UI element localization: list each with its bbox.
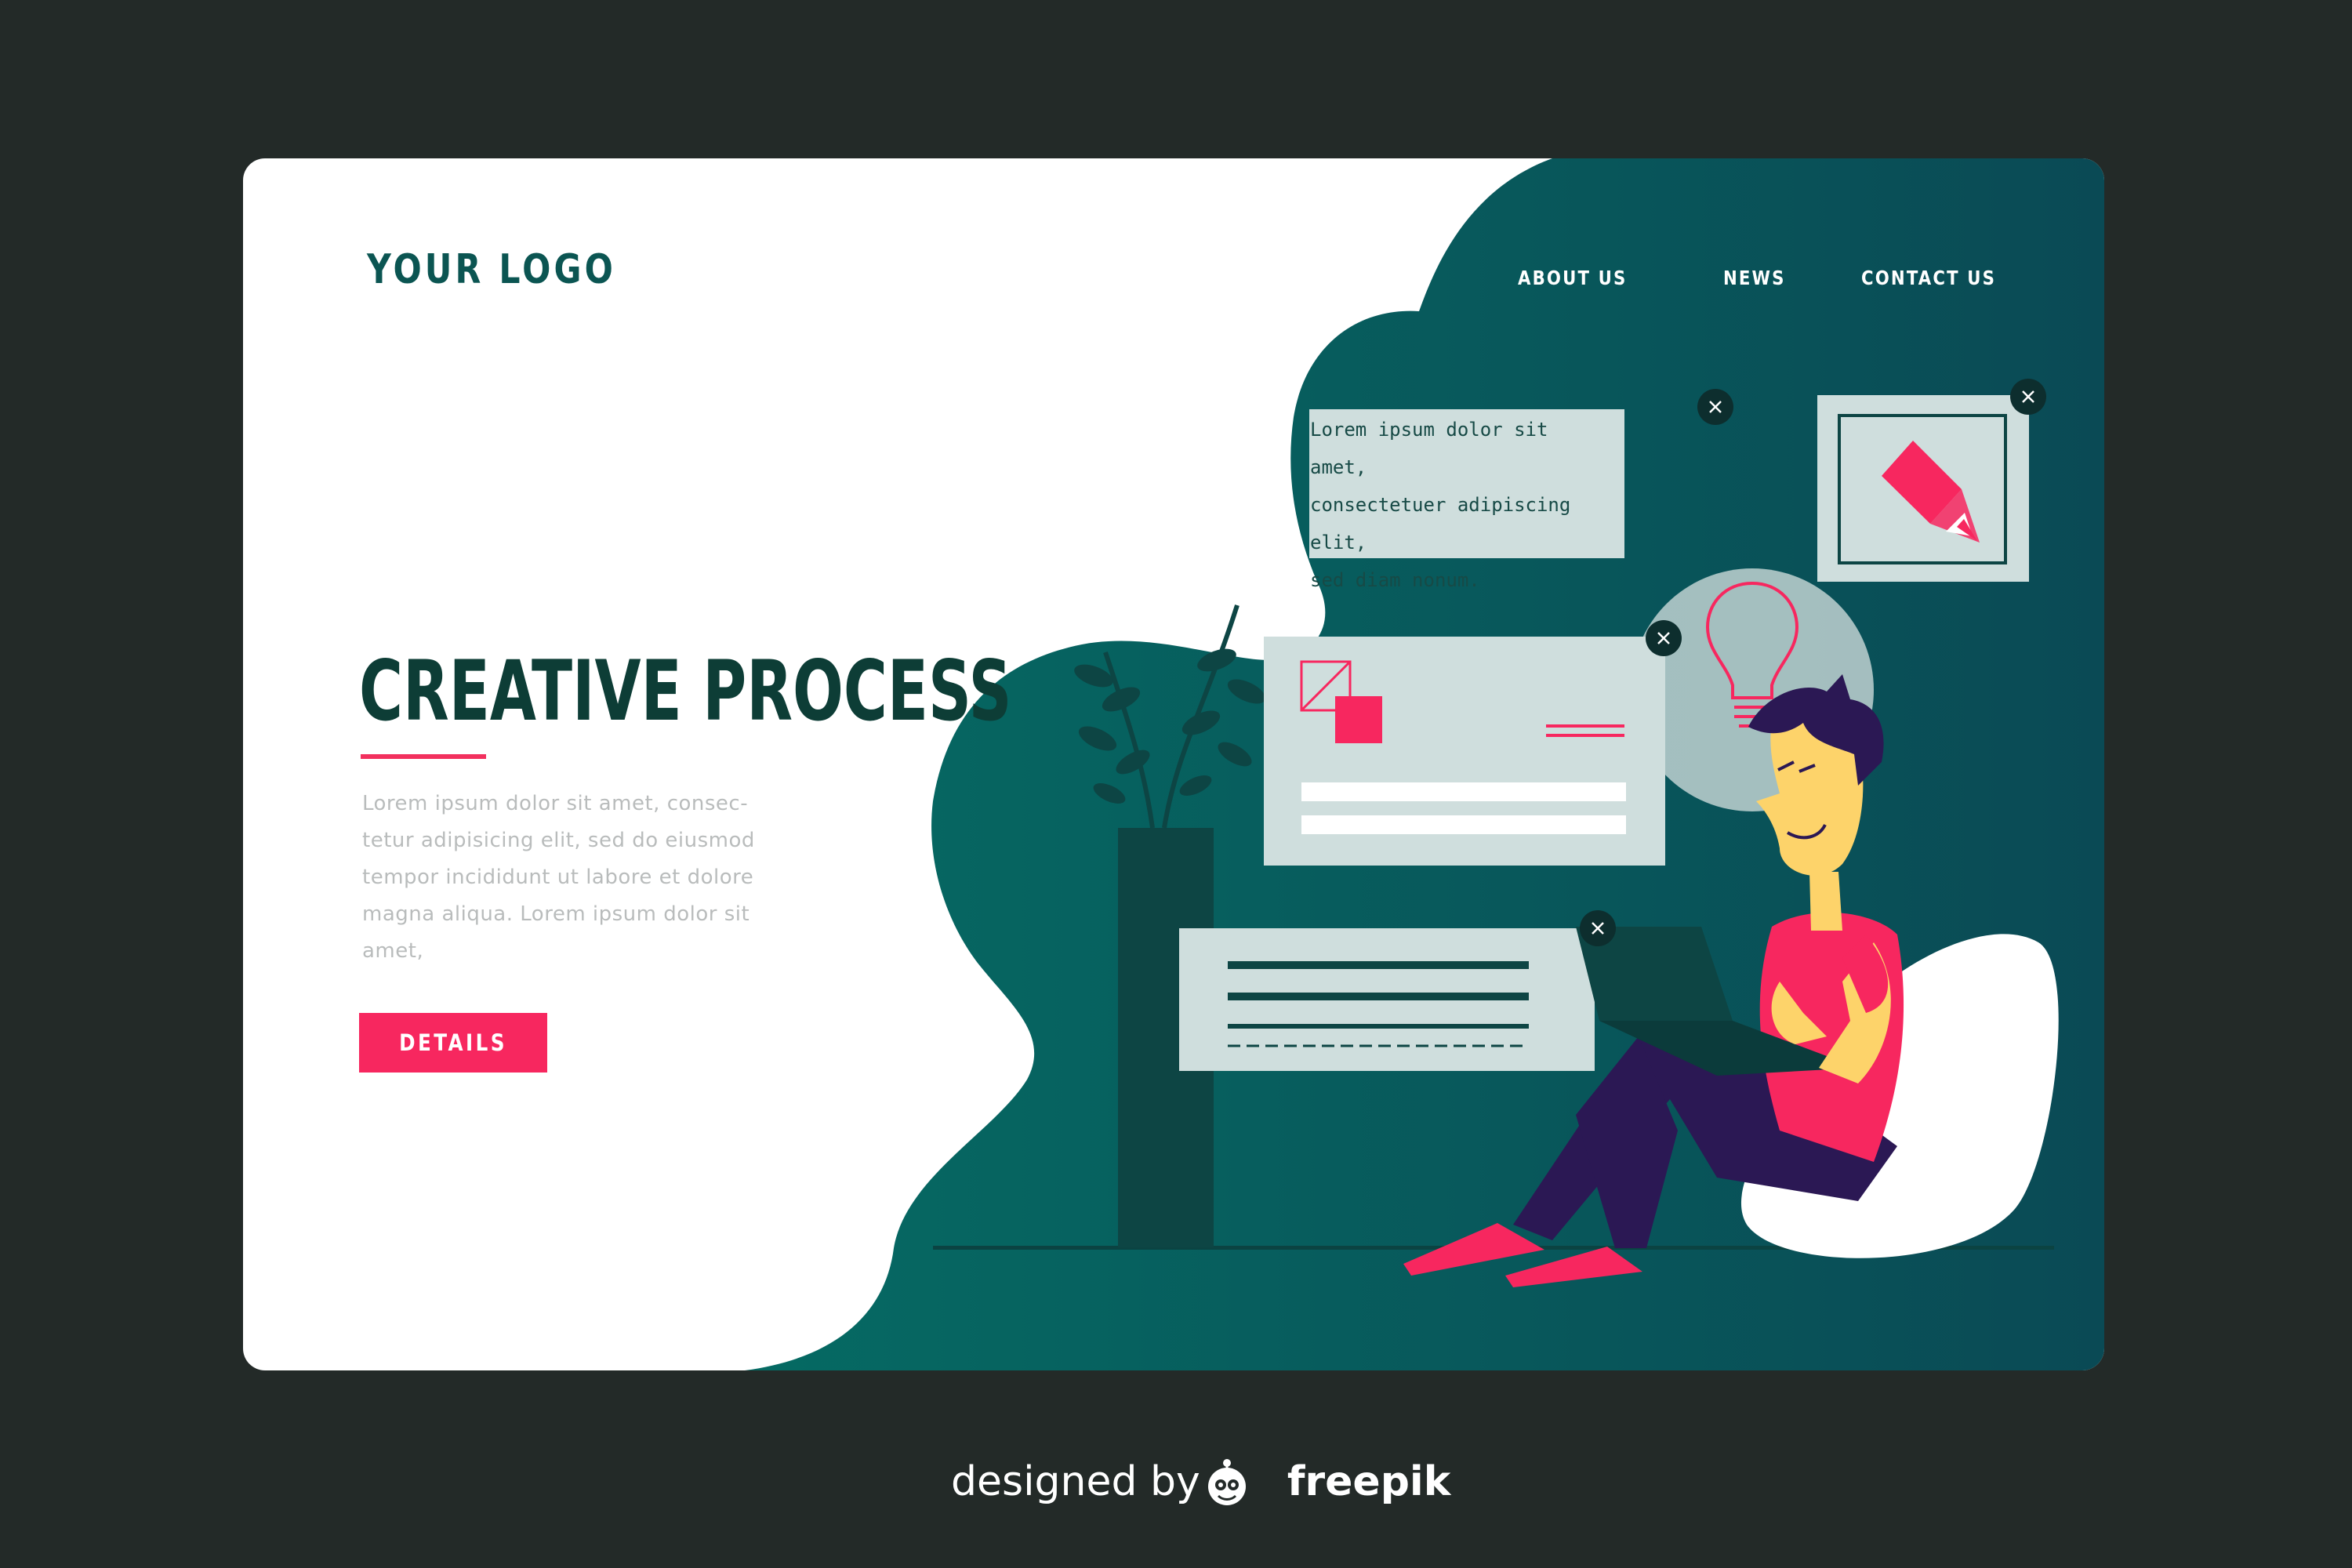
site-logo[interactable]: YOUR LOGO [367,246,616,293]
text-card-line: consectetuer adipiscing elit, [1310,494,1571,554]
nav-news[interactable]: NEWS [1723,267,1786,289]
hero-description-line: tempor incididunt ut labore et dolore [362,866,754,889]
details-button[interactable]: DETAILS [359,1013,547,1073]
text-card-content: Lorem ipsum dolor sit amet, consectetuer… [1310,411,1608,599]
landing-card: YOUR LOGO HOME ABOUT US NEWS CONTACT US … [243,158,2104,1370]
hero-title: CREATIVE PROCESS [359,643,1012,739]
nav-about-us[interactable]: ABOUT US [1518,267,1627,289]
details-button-label: DETAILS [399,1029,507,1056]
hero-description-line: magna aliqua. Lorem ipsum dolor sit [362,902,750,926]
hero-description-line: amet, [362,939,424,963]
credit-brand[interactable]: freepik [1287,1458,1450,1505]
text-card-line: sed diam nonum. [1310,569,1480,591]
credit-prefix: designed by [951,1458,1200,1505]
hero-description: Lorem ipsum dolor sit amet, consec- tetu… [362,786,801,970]
freepik-logo-icon [1208,1459,1246,1505]
hero-description-line: Lorem ipsum dolor sit amet, consec- [362,792,749,815]
illustration-background [745,158,2104,1370]
nav-home[interactable]: HOME [1363,267,1426,289]
title-underline [361,754,486,759]
text-card-line: Lorem ipsum dolor sit amet, [1310,419,1548,478]
hero-description-line: tetur adipisicing elit, sed do eiusmod [362,829,755,852]
nav-contact-us[interactable]: CONTACT US [1861,267,1996,289]
